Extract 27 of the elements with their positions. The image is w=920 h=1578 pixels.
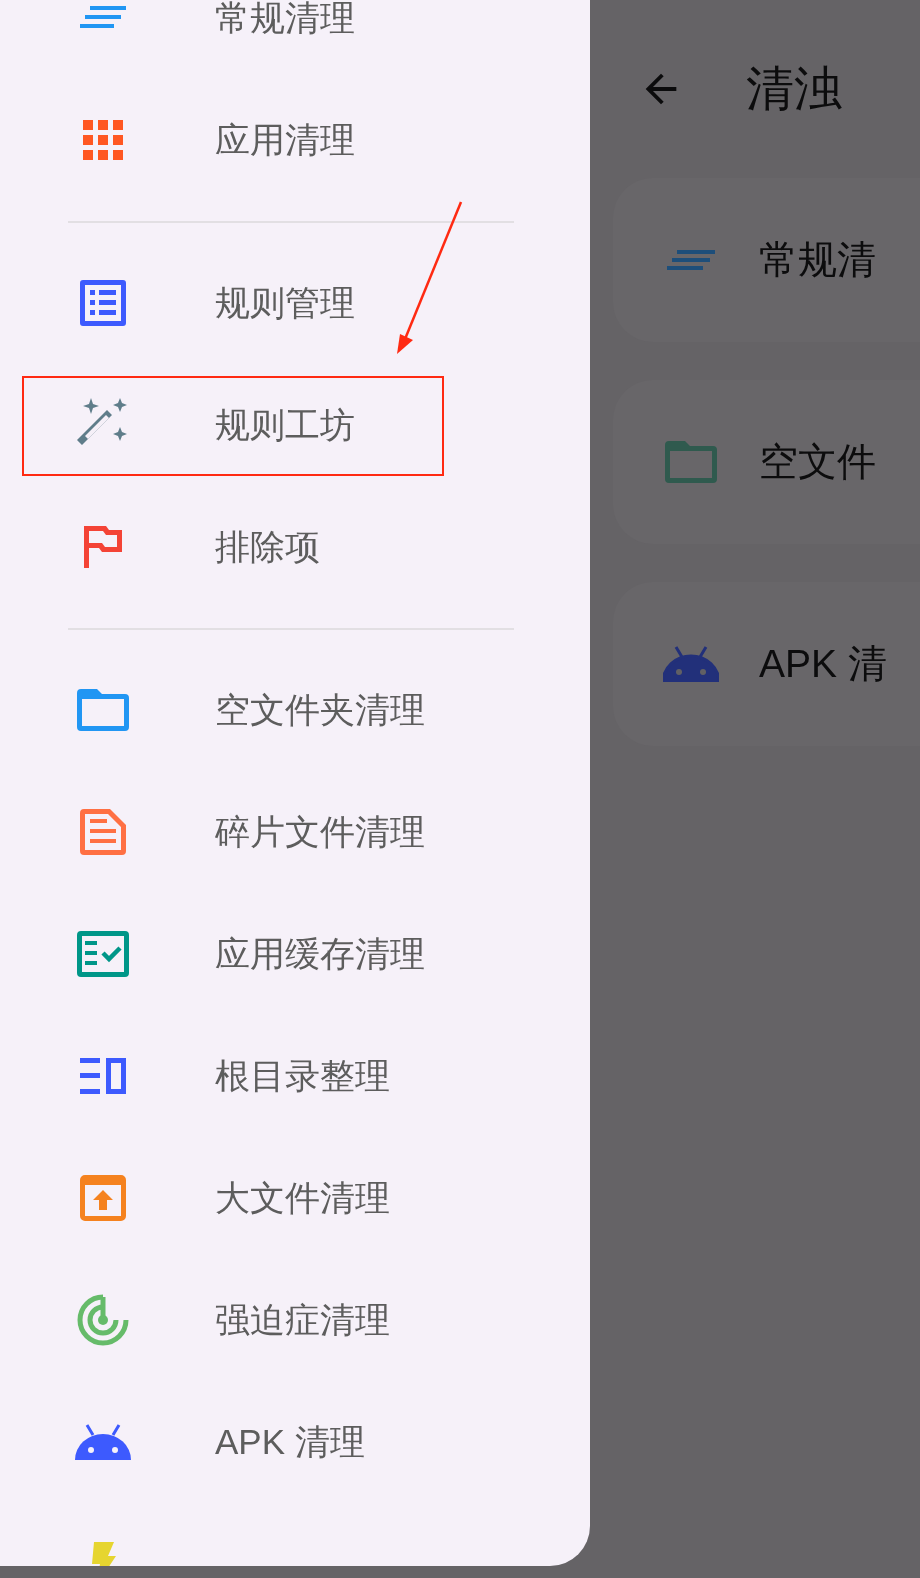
drawer-item[interactable]: 应用缓存清理 <box>0 893 590 1015</box>
drawer-item[interactable]: 规则工坊 <box>0 364 590 486</box>
screen-title: 清浊 <box>746 61 842 117</box>
android-icon <box>75 1424 131 1460</box>
folder-icon <box>77 689 129 731</box>
drawer-item[interactable]: 应用清理 <box>0 79 590 201</box>
upload-box-icon <box>80 1175 126 1221</box>
drawer-item[interactable]: 空文件夹清理 <box>0 649 590 771</box>
drawer-item[interactable]: 排除项 <box>0 486 590 608</box>
drawer-item[interactable]: 常规清理 <box>0 0 590 79</box>
list-icon <box>80 280 126 326</box>
drawer-item[interactable]: 强迫症清理 <box>0 1259 590 1381</box>
folder-icon <box>665 441 717 483</box>
android-icon <box>663 646 719 682</box>
lines-icon <box>80 6 126 30</box>
radar-icon <box>77 1294 129 1346</box>
flag-icon <box>84 526 122 568</box>
document-icon <box>80 809 126 855</box>
drawer-item[interactable]: 大文件清理 <box>0 1137 590 1259</box>
drawer-item[interactable]: 规则管理 <box>0 242 590 364</box>
drawer-item[interactable]: 碎片文件清理 <box>0 771 590 893</box>
lines-icon <box>667 248 715 272</box>
grid-icon <box>83 120 123 160</box>
checklist-icon <box>77 931 129 977</box>
drawer-item[interactable]: APK 清理 <box>0 1381 590 1503</box>
drawer-item[interactable]: 根目录整理 <box>0 1015 590 1137</box>
columns-icon <box>80 1058 126 1094</box>
